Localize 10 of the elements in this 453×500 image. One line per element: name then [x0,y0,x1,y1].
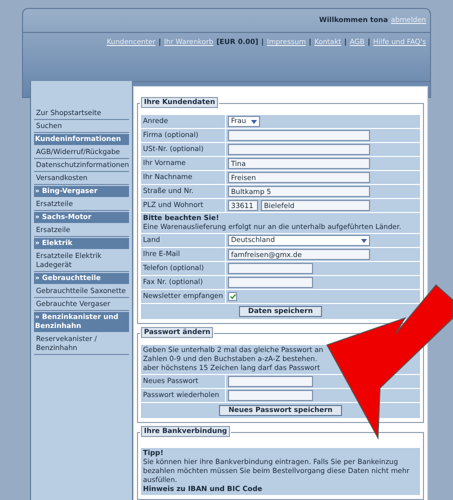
checkmark-icon [230,294,236,299]
input-field[interactable] [228,144,370,155]
input-field[interactable] [228,376,313,387]
input-field[interactable] [228,263,313,274]
input-field[interactable] [228,130,370,141]
input-field[interactable] [228,277,313,288]
caret-icon [251,120,257,124]
caret-icon [361,238,367,242]
input-field[interactable] [228,390,313,401]
newsletter-checkbox[interactable] [228,292,237,301]
